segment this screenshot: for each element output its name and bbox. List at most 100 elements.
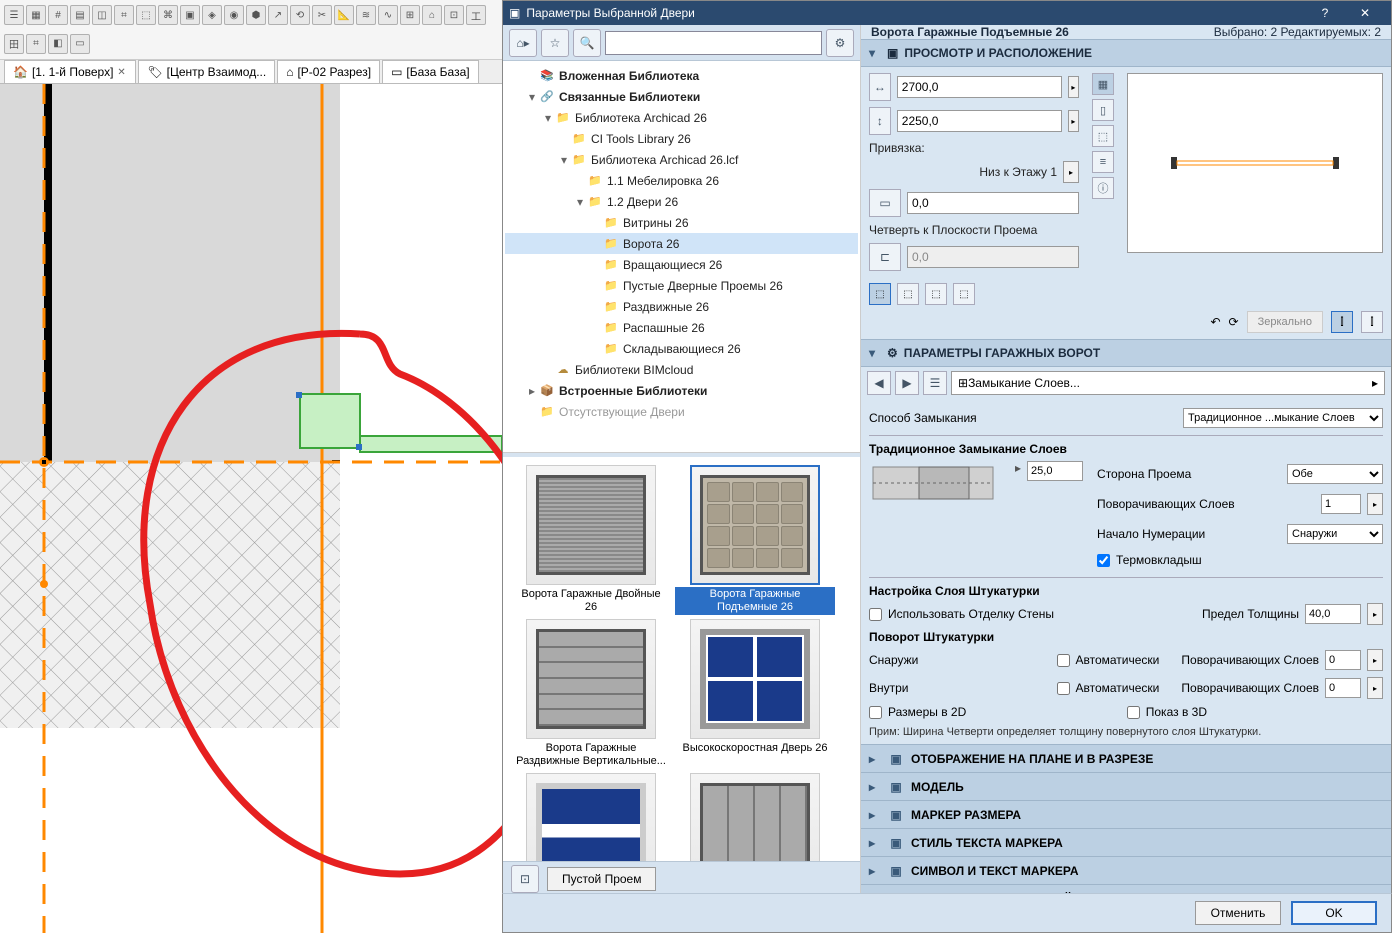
section-preview-title[interactable]: ▾ ▣ ПРОСМОТР И РАСПОЛОЖЕНИЕ: [861, 40, 1391, 66]
ok-button[interactable]: OK: [1291, 901, 1377, 925]
dialog-titlebar[interactable]: ▣ Параметры Выбранной Двери ? ✕: [503, 1, 1391, 25]
thickness-input[interactable]: [1305, 604, 1361, 624]
toolbar-icon[interactable]: 田: [4, 34, 24, 54]
rotate-icon[interactable]: ⟳: [1229, 315, 1239, 329]
gear-icon[interactable]: ⚙: [826, 29, 854, 57]
gallery-item[interactable]: Ворота Гаражные Двойные 26: [511, 465, 671, 615]
flip-icon[interactable]: ↶: [1210, 315, 1220, 329]
view-side-icon[interactable]: ▯: [1092, 99, 1114, 121]
auto-inside-checkbox[interactable]: [1057, 682, 1070, 695]
mirror-button[interactable]: Зеркально: [1247, 311, 1323, 333]
turn-out-input[interactable]: [1325, 650, 1361, 670]
collapse-section[interactable]: ▸▣МАРКЕР РАЗМЕРА: [861, 800, 1391, 828]
width-input[interactable]: [897, 76, 1062, 98]
gallery-item[interactable]: [675, 773, 835, 861]
param-page-selector[interactable]: ⊞ Замыкание Слоев... ▸: [951, 371, 1385, 395]
turn-in-input[interactable]: [1325, 678, 1361, 698]
toolbar-icon[interactable]: ◈: [202, 5, 222, 25]
prev-button[interactable]: ◀: [867, 371, 891, 395]
toolbar-icon[interactable]: ▭: [70, 34, 90, 54]
view-plan-icon[interactable]: ▦: [1092, 73, 1114, 95]
toolbar-icon[interactable]: ◧: [48, 34, 68, 54]
turn-layers-input[interactable]: [1321, 494, 1361, 514]
toolbar-icon[interactable]: ⊞: [400, 5, 420, 25]
view-elev-icon[interactable]: ≡: [1092, 151, 1114, 173]
side-select[interactable]: Обе: [1287, 464, 1383, 484]
tree-item[interactable]: 📁Распашные 26: [505, 317, 858, 338]
search-input[interactable]: [605, 31, 822, 55]
orient-btn[interactable]: ⬚: [869, 283, 891, 305]
close-button[interactable]: ✕: [1345, 1, 1385, 25]
twisty-icon[interactable]: ▾: [541, 111, 555, 125]
toolbar-icon[interactable]: ⬢: [246, 5, 266, 25]
list-icon[interactable]: ☰: [923, 371, 947, 395]
toolbar-icon[interactable]: ↗: [268, 5, 288, 25]
toolbar-icon[interactable]: ⊡: [444, 5, 464, 25]
toolbar-icon[interactable]: 工: [466, 5, 486, 25]
empty-opening-button[interactable]: Пустой Проем: [547, 867, 656, 891]
orient-btn[interactable]: ⬚: [897, 283, 919, 305]
twisty-icon[interactable]: ▾: [573, 195, 587, 209]
tree-item[interactable]: 📁Складывающиеся 26: [505, 338, 858, 359]
toolbar-icon[interactable]: ✂: [312, 5, 332, 25]
auto-outside-checkbox[interactable]: [1057, 654, 1070, 667]
stepper[interactable]: ▸: [1367, 603, 1383, 625]
numbering-select[interactable]: Снаружи: [1287, 524, 1383, 544]
library-gallery[interactable]: Ворота Гаражные Двойные 26Ворота Гаражны…: [503, 453, 860, 861]
twisty-icon[interactable]: ▾: [525, 90, 539, 104]
next-button[interactable]: ▶: [895, 371, 919, 395]
tree-item[interactable]: 📚Вложенная Библиотека: [505, 65, 858, 86]
trad-value-input[interactable]: [1027, 461, 1083, 481]
section-params-title[interactable]: ▾ ⚙ ПАРАМЕТРЫ ГАРАЖНЫХ ВОРОТ: [861, 340, 1391, 366]
toolbar-icon[interactable]: 📐: [334, 5, 354, 25]
toolbar-icon[interactable]: ⌗: [26, 34, 46, 54]
collapse-section[interactable]: ▸▣МОДЕЛЬ: [861, 772, 1391, 800]
tree-item[interactable]: 📁Отсутствующие Двери: [505, 401, 858, 422]
toolbar-icon[interactable]: ⌗: [114, 5, 134, 25]
library-tree[interactable]: 📚Вложенная Библиотека▾🔗Связанные Библиот…: [503, 61, 860, 453]
gallery-item[interactable]: [511, 773, 671, 861]
tab-floor[interactable]: 🏠[1. 1-й Поверх]✕: [4, 60, 136, 83]
tree-item[interactable]: ▾📁Библиотека Archicad 26.lcf: [505, 149, 858, 170]
cancel-button[interactable]: Отменить: [1195, 901, 1281, 925]
orient-btn[interactable]: ⬚: [953, 283, 975, 305]
toolbar-icon[interactable]: ▣: [180, 5, 200, 25]
flip-b[interactable]: ⫿: [1361, 311, 1383, 333]
stepper[interactable]: ▸: [1367, 493, 1383, 515]
toolbar-icon[interactable]: #: [48, 5, 68, 25]
tree-item[interactable]: ☁Библиотеки BIMcloud: [505, 359, 858, 380]
twisty-icon[interactable]: ▸: [525, 384, 539, 398]
anchor-input[interactable]: [907, 192, 1079, 214]
thermo-checkbox[interactable]: [1097, 554, 1110, 567]
view-info-icon[interactable]: ⓘ: [1092, 177, 1114, 199]
gallery-item[interactable]: Высокоскоростная Дверь 26: [675, 619, 835, 769]
help-button[interactable]: ?: [1305, 1, 1345, 25]
tree-item[interactable]: ▾📁Библиотека Archicad 26: [505, 107, 858, 128]
search-icon[interactable]: 🔍: [573, 29, 601, 57]
stepper[interactable]: ▸: [1063, 161, 1079, 183]
closure-method-select[interactable]: Традиционное ...мыкание Слоев: [1183, 408, 1383, 428]
toolbar-icon[interactable]: ⌘: [158, 5, 178, 25]
toolbar-icon[interactable]: ▤: [70, 5, 90, 25]
toolbar-icon[interactable]: ⟲: [290, 5, 310, 25]
floor-plan[interactable]: [0, 84, 502, 933]
tree-item[interactable]: ▾📁1.2 Двери 26: [505, 191, 858, 212]
favorite-icon[interactable]: ☆: [541, 29, 569, 57]
orient-btn[interactable]: ⬚: [925, 283, 947, 305]
tab-interact[interactable]: 🏷[Центр Взаимод...: [138, 60, 275, 83]
stepper[interactable]: ▸: [1367, 677, 1383, 699]
collapse-section[interactable]: ▸▣СТИЛЬ ТЕКСТА МАРКЕРА: [861, 828, 1391, 856]
tab-base[interactable]: ▭[База База]: [382, 60, 479, 83]
tree-item[interactable]: 📁Витрины 26: [505, 212, 858, 233]
empty-opening-icon[interactable]: ⊡: [511, 865, 539, 893]
use-wall-finish-checkbox[interactable]: [869, 608, 882, 621]
view-3d-icon[interactable]: ⬚: [1092, 125, 1114, 147]
tree-item[interactable]: 📁Раздвижные 26: [505, 296, 858, 317]
collapse-section[interactable]: ▸▣ОТОБРАЖЕНИЕ НА ПЛАНЕ И В РАЗРЕЗЕ: [861, 744, 1391, 772]
tab-section[interactable]: ⌂[P-02 Разрез]: [277, 60, 380, 83]
twisty-icon[interactable]: ▾: [557, 153, 571, 167]
height-input[interactable]: [897, 110, 1062, 132]
close-icon[interactable]: ✕: [117, 67, 127, 77]
tree-item[interactable]: 📁Вращающиеся 26: [505, 254, 858, 275]
tree-item[interactable]: ▸📦Встроенные Библиотеки: [505, 380, 858, 401]
